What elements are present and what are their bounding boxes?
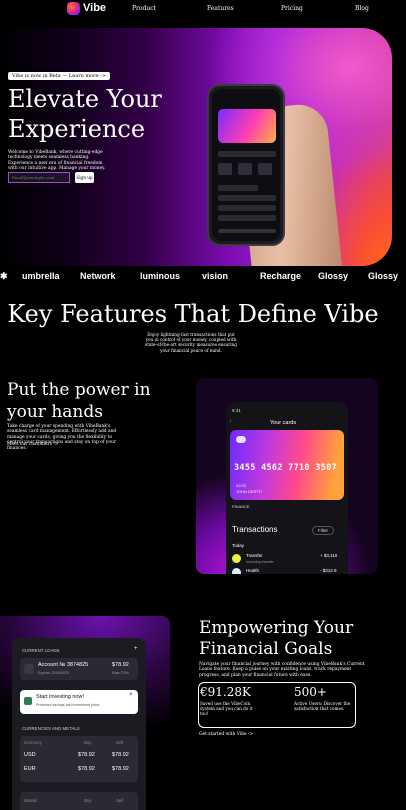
finance-label: FINANCE xyxy=(232,504,250,509)
invest-icon xyxy=(24,697,32,705)
stat-saved-label: Saved use the VibeCoin system and you ca… xyxy=(200,701,253,717)
screen-title: Your cards xyxy=(270,420,297,426)
meet-customers-link[interactable]: Meet our customers -> xyxy=(7,442,58,447)
goals-description: Navigate your financial journey with con… xyxy=(199,662,365,678)
close-icon[interactable]: × xyxy=(129,692,133,698)
get-started-link[interactable]: Get started with Vibe -> xyxy=(199,732,253,737)
signup-button[interactable]: Sign up xyxy=(75,172,94,183)
card-holder: JOHN DERTIT xyxy=(236,489,263,494)
toast-title: Start investing now! xyxy=(36,694,84,700)
partner-logo-glossy-2: Glossy xyxy=(368,271,399,281)
card-logo-icon xyxy=(236,436,246,443)
brand-logo-icon[interactable] xyxy=(67,2,80,15)
partner-logo-vision: vision xyxy=(202,271,229,281)
nav-link-blog[interactable]: Blog xyxy=(355,5,369,12)
loan-account: Account № 3874825 xyxy=(38,662,89,668)
cards-showcase: 9:41 ‹ Your cards FINANCE Transactions T… xyxy=(196,378,378,574)
today-label: Today xyxy=(232,543,245,548)
loans-phone-screen: CURRENT LOANS + Account № 3874825 Expire… xyxy=(12,638,146,810)
goals-title: Empowering Your Financial Goals xyxy=(199,618,354,659)
fx-row-code: EUR xyxy=(24,766,36,772)
hero-title: Elevate Your Experience xyxy=(8,85,162,143)
metals-col-buy: Buy xyxy=(84,798,92,803)
fx-row-sell: $78.92 xyxy=(112,752,129,758)
stat-saved-value: €91.28K xyxy=(200,685,251,699)
add-loan-icon[interactable]: + xyxy=(134,646,138,652)
fx-row-buy: $78.92 xyxy=(78,766,95,772)
fx-col-buy: Buy xyxy=(84,740,92,745)
fx-col-currency: Currency xyxy=(24,740,42,745)
fx-row-buy: $78.92 xyxy=(78,752,95,758)
partner-logo-luminous: luminous xyxy=(140,271,180,281)
loan-rate: Rate 3.5% xyxy=(112,671,129,675)
phone-time: 9:41 xyxy=(232,408,241,413)
nav-link-features[interactable]: Features xyxy=(207,5,234,12)
transfer-icon xyxy=(232,554,241,563)
loan-account-sub: Expires 12/09/2023 xyxy=(38,671,69,675)
hero-phone-mockup xyxy=(207,84,285,246)
back-icon[interactable]: ‹ xyxy=(230,418,232,423)
brand-name[interactable]: Vibe xyxy=(83,2,106,14)
partner-logos: ✱ umbrella Network luminous vision Recha… xyxy=(0,269,406,285)
card-expiry: 02/33 xyxy=(236,483,247,488)
partner-logo-glossy: Glossy xyxy=(318,271,349,281)
nav-link-pricing[interactable]: Pricing xyxy=(281,5,303,12)
features-title: Key Features That Define Vibe xyxy=(7,300,379,328)
email-input[interactable] xyxy=(8,172,70,183)
tx2-amount: - $312.9 xyxy=(320,568,337,573)
fx-row-sell: $78.92 xyxy=(112,766,129,772)
top-nav: Vibe Product Features Pricing Blog xyxy=(0,0,406,18)
transactions-title: Transactions xyxy=(232,525,278,534)
loans-section-label: CURRENT LOANS xyxy=(22,648,60,653)
tx2-name: Health xyxy=(246,568,260,573)
fx-section-label: CURRENCIES AND METALS xyxy=(22,726,80,731)
partner-logo-network: Network xyxy=(80,271,116,281)
fx-col-sell: Sell xyxy=(116,740,124,745)
fx-row-code: USD xyxy=(24,752,36,758)
stats-box: €91.28K Saved use the VibeCoin system an… xyxy=(198,682,356,728)
tx1-amount: + $3,110 xyxy=(320,553,338,558)
card-number: 3455 4562 7710 3507 xyxy=(234,463,337,473)
metals-col-sell: Sell xyxy=(116,798,124,803)
loan-amount: $78.92 xyxy=(112,662,129,668)
tx1-name: Transfer xyxy=(246,553,263,558)
nav-link-product[interactable]: Product xyxy=(132,5,156,12)
hero-section xyxy=(0,28,392,266)
credit-card[interactable]: 3455 4562 7710 3507 02/33 JOHN DERTIT xyxy=(230,430,344,500)
phone-card-graphic xyxy=(218,109,276,143)
beta-badge[interactable]: Vibe is now in Beta — Learn more -> xyxy=(8,72,110,80)
partner-logo-umbrella: umbrella xyxy=(22,271,60,281)
hero-description: Welcome to VibeBank, where cutting-edge … xyxy=(8,150,106,172)
metals-col-name: Metals xyxy=(24,798,37,803)
power-title: Put the power in your hands xyxy=(7,380,151,422)
loan-account-icon xyxy=(24,664,34,674)
toast-subtitle: Protected savings and investment plans xyxy=(36,703,100,707)
partner-logo-recharge: Recharge xyxy=(260,271,302,281)
features-description: Enjoy lightning-fast transactions that p… xyxy=(145,332,237,353)
stat-users-label: Active Users: Discover the satisfaction … xyxy=(294,701,351,712)
health-icon xyxy=(232,568,241,574)
loans-showcase: CURRENT LOANS + Account № 3874825 Expire… xyxy=(0,616,170,810)
partner-logo: ✱ xyxy=(0,271,8,281)
filter-button[interactable]: Filter xyxy=(312,526,334,535)
tx1-sub: Incoming transfer xyxy=(246,560,274,564)
stat-users-value: 500+ xyxy=(294,685,327,699)
